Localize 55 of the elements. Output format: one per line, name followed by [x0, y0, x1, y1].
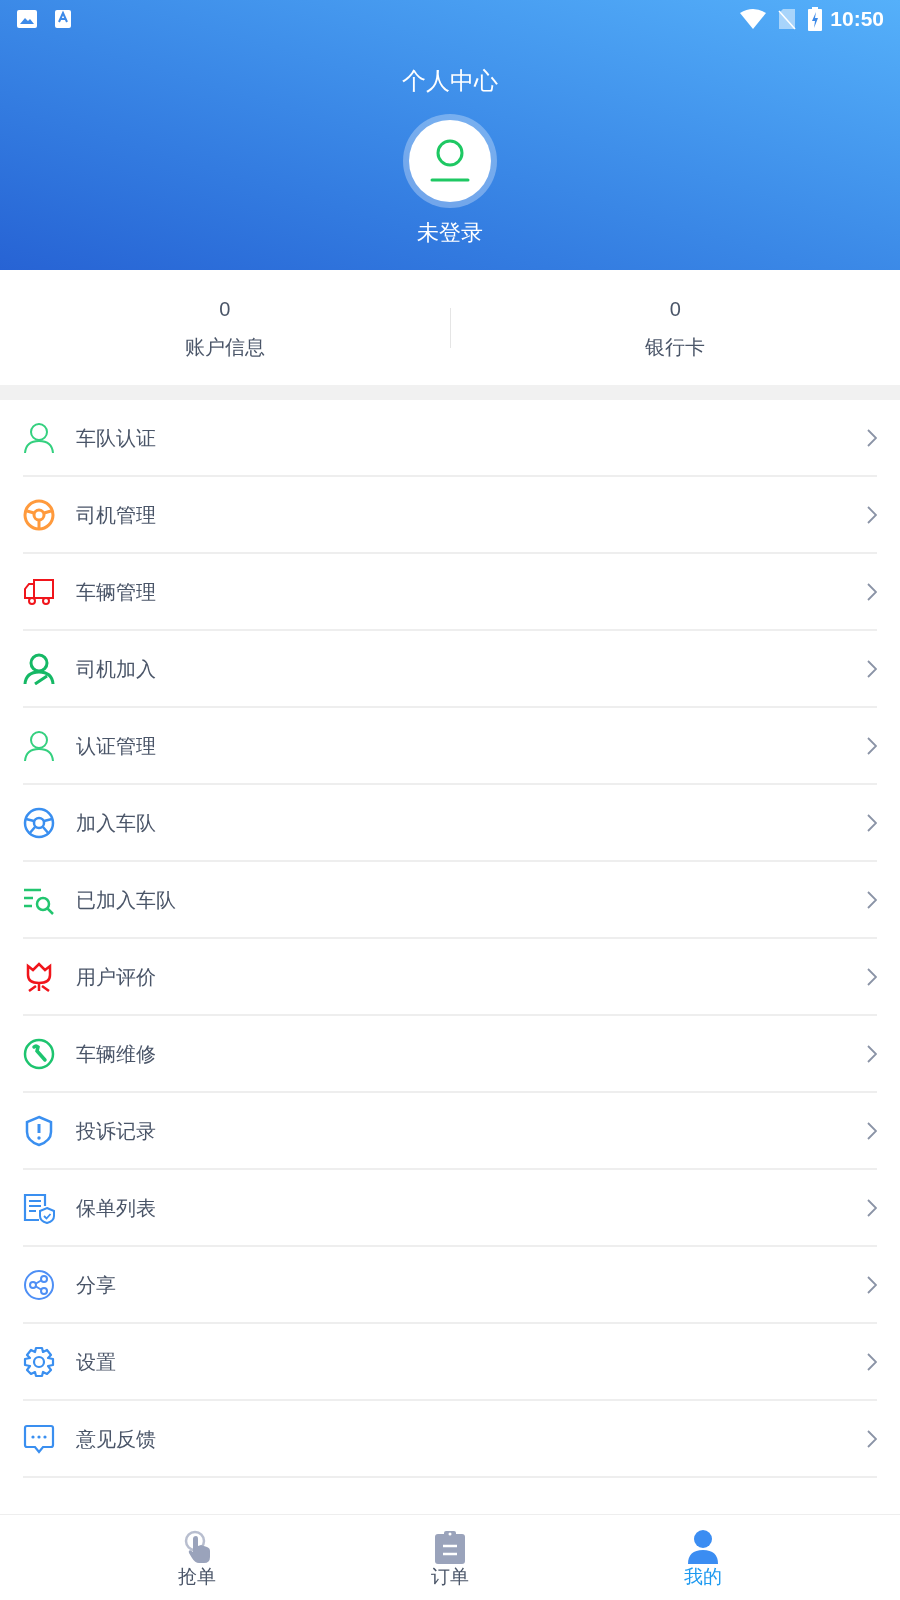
steering-wheel-icon	[23, 806, 55, 839]
chevron-right-icon	[867, 1121, 877, 1140]
user-icon	[430, 139, 470, 183]
text-icon	[54, 9, 72, 29]
chevron-right-icon	[867, 505, 877, 524]
chevron-right-icon	[867, 582, 877, 601]
stat-value: 0	[669, 298, 681, 319]
person-icon	[23, 421, 55, 454]
chevron-right-icon	[867, 428, 877, 447]
image-icon	[16, 9, 38, 29]
menu-item[interactable]: 保单列表	[23, 1170, 877, 1247]
menu-item[interactable]: 设置	[23, 1324, 877, 1401]
wifi-icon	[740, 9, 767, 29]
chevron-right-icon	[867, 813, 877, 832]
menu-item[interactable]: 加入车队	[23, 785, 877, 862]
chevron-right-icon	[867, 659, 877, 678]
menu-item[interactable]: 分享	[23, 1247, 877, 1324]
share-icon	[23, 1268, 55, 1301]
wrench-icon	[23, 1037, 55, 1070]
menu-item[interactable]: 车辆维修	[23, 1016, 877, 1093]
menu-item[interactable]: 车队认证	[23, 400, 877, 477]
chevron-right-icon	[867, 1275, 877, 1294]
chevron-right-icon	[867, 736, 877, 755]
menu-item[interactable]: 用户评价	[23, 939, 877, 1016]
document-shield-icon	[23, 1191, 55, 1224]
person-icon	[23, 729, 55, 762]
status-time: 10:50	[830, 6, 884, 33]
stat-label[interactable]: 银行卡	[645, 336, 706, 357]
nav-tab[interactable]: 订单	[323, 1515, 577, 1600]
menu-item[interactable]: 已加入车队	[23, 862, 877, 939]
steering-wheel-icon	[23, 498, 55, 531]
chevron-right-icon	[867, 1198, 877, 1217]
menu-item[interactable]: 车辆管理	[23, 554, 877, 631]
stat-label[interactable]: 账户信息	[184, 336, 265, 357]
chevron-right-icon	[867, 890, 877, 909]
page-title: 个人中心	[402, 69, 498, 93]
menu-item[interactable]: 认证管理	[23, 708, 877, 785]
settings-icon	[23, 1345, 55, 1378]
chevron-right-icon	[867, 967, 877, 986]
chevron-right-icon	[867, 1044, 877, 1063]
login-status[interactable]: 未登录	[417, 222, 483, 244]
stat-value: 0	[219, 298, 231, 319]
menu-item[interactable]: 司机加入	[23, 631, 877, 708]
menu-item[interactable]: 司机管理	[23, 477, 877, 554]
menu-item[interactable]: 意见反馈	[23, 1401, 877, 1478]
no-sim-icon	[778, 8, 797, 30]
clipboard-icon	[432, 1529, 468, 1565]
nav-tab[interactable]: 抢单	[70, 1515, 324, 1600]
menu-item[interactable]: 投诉记录	[23, 1093, 877, 1170]
chat-icon	[23, 1422, 55, 1455]
shield-icon	[23, 1114, 55, 1147]
battery-icon	[808, 7, 823, 31]
person-icon	[23, 652, 55, 685]
chevron-right-icon	[867, 1352, 877, 1371]
chevron-right-icon	[867, 1429, 877, 1448]
